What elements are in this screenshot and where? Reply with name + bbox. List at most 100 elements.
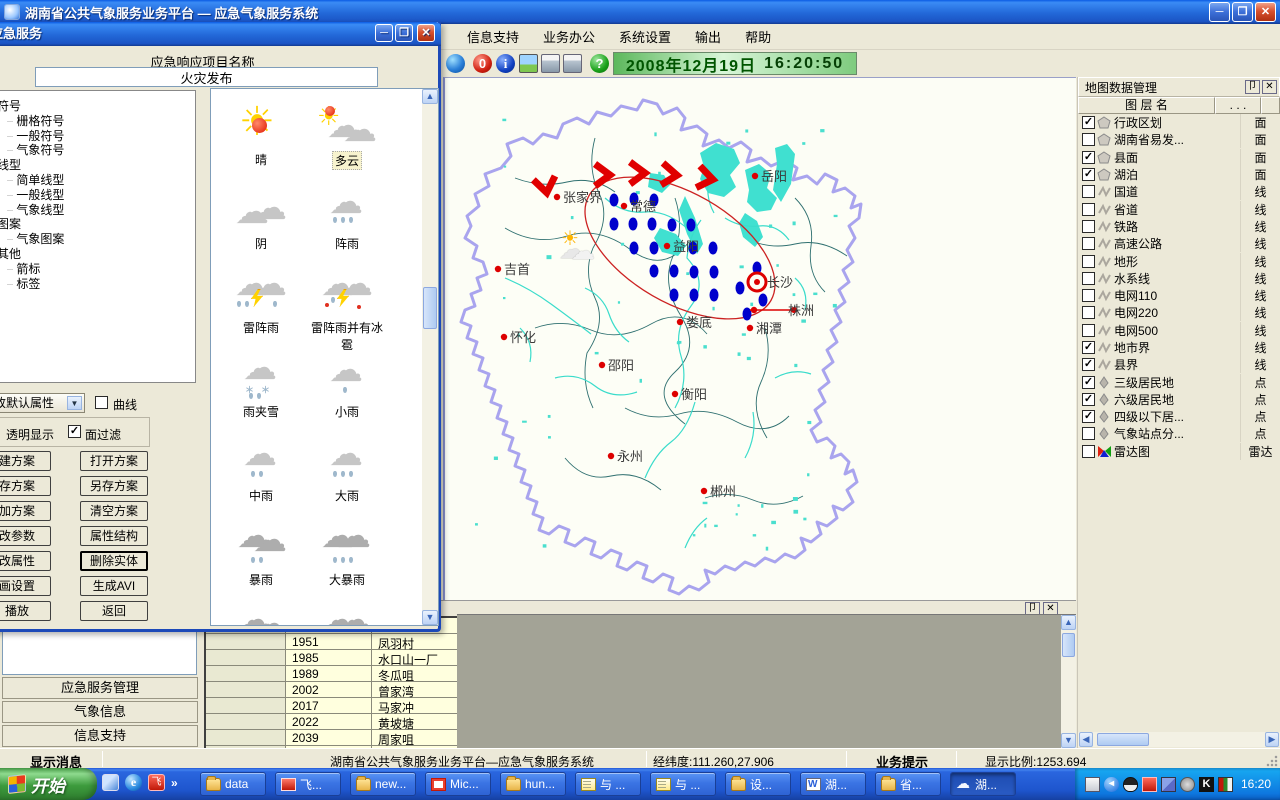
rotate-icon[interactable]: ◂ — [1104, 777, 1119, 792]
taskbar-button[interactable]: hun... — [500, 772, 566, 796]
tree-item[interactable]: ┄ 箭标 — [0, 260, 195, 275]
symbol-tree[interactable]: 符号┄ 栅格符号┄ 一般符号┄ 气象符号线型┄ 简单线型┄ 一般线型┄ 气象线型… — [0, 90, 196, 383]
scroll-thumb[interactable] — [1062, 633, 1075, 657]
layer-visibility-checkbox[interactable]: ✓ — [1082, 341, 1095, 354]
layer-row[interactable]: ✓ 湖泊 面 — [1078, 166, 1280, 183]
weather-symbol-item[interactable]: ☁ 大雨 — [307, 435, 387, 519]
taskbar-button[interactable]: 与 ... — [650, 772, 716, 796]
layer-row[interactable]: ✓ 四级以下居... 点 — [1078, 408, 1280, 425]
dialog-button[interactable]: 播放 — [0, 601, 51, 621]
scroll-down-icon[interactable]: ▼ — [1061, 733, 1076, 748]
modify-default-properties-dropdown[interactable]: 改默认属性 ▼ — [0, 393, 85, 413]
layer-row[interactable]: 高速公路 线 — [1078, 235, 1280, 252]
sidebar-item-info-support[interactable]: 信息支持 — [2, 725, 198, 747]
close-button[interactable]: ✕ — [1255, 2, 1276, 22]
map-canvas[interactable]: ☀ ☁ ☁岳阳张家界常德吉首益阳长沙株洲湘潭娄底怀化邵阳衡阳永州郴州 — [443, 77, 1076, 600]
info-icon[interactable]: i — [496, 54, 515, 73]
weather-symbol-item[interactable]: ☁ 中雨 — [221, 435, 301, 519]
layer-visibility-checkbox[interactable] — [1082, 272, 1095, 285]
menu-business-office[interactable]: 业务办公 — [531, 23, 607, 50]
scroll-thumb[interactable] — [1097, 733, 1149, 746]
dialog-maximize-button[interactable]: ❐ — [395, 24, 413, 42]
image-icon[interactable] — [519, 54, 538, 73]
taskbar-button[interactable]: 省... — [875, 772, 941, 796]
restore-button[interactable]: ❐ — [1232, 2, 1253, 22]
layer-name-column-header[interactable]: 图 层 名 — [1078, 97, 1215, 114]
table-row[interactable]: 2022 黄坡塘 — [206, 714, 457, 730]
stop-icon[interactable]: 0 — [473, 54, 492, 73]
table-row[interactable]: 1989 冬瓜咀 — [206, 666, 457, 682]
dialog-button[interactable]: 清空方案 — [80, 501, 148, 521]
layer-row[interactable]: 电网220 线 — [1078, 304, 1280, 321]
dialog-minimize-button[interactable]: ─ — [375, 24, 393, 42]
tree-item[interactable]: 线型 — [0, 156, 195, 171]
more-chevron-icon[interactable]: » — [171, 776, 178, 790]
layer-visibility-checkbox[interactable]: ✓ — [1082, 410, 1095, 423]
layer-row[interactable]: ✓ 行政区划 面 — [1078, 114, 1280, 131]
layer-row[interactable]: 雷达图 雷达 — [1078, 443, 1280, 460]
dialog-button[interactable]: 属性结构 — [80, 526, 148, 546]
layer-row[interactable]: 地形 线 — [1078, 252, 1280, 269]
dialog-button[interactable]: 改属性 — [0, 551, 51, 571]
layer-row[interactable]: 水系线 线 — [1078, 270, 1280, 287]
layer-visibility-checkbox[interactable] — [1082, 220, 1095, 233]
scroll-up-icon[interactable]: ▲ — [1061, 615, 1076, 630]
layer-visibility-checkbox[interactable] — [1082, 289, 1095, 302]
layer-visibility-checkbox[interactable]: ✓ — [1082, 376, 1095, 389]
weather-symbol-item[interactable]: ☁＊＊ 雨夹雪 — [221, 351, 301, 435]
taskbar-button[interactable]: data — [200, 772, 266, 796]
layer-row[interactable]: 电网110 线 — [1078, 287, 1280, 304]
weather-symbol-item[interactable]: ☁☁ 雷阵雨 — [221, 267, 301, 351]
tray-clock[interactable]: 16:20 — [1241, 777, 1271, 791]
taskbar-button[interactable]: 湖... — [950, 772, 1016, 796]
weather-symbol-item[interactable]: ☀ 晴 — [221, 99, 301, 183]
menu-output[interactable]: 输出 — [683, 23, 733, 50]
weather-symbol-item[interactable]: ☁ 阵雨 — [307, 183, 387, 267]
resize-grip[interactable] — [1266, 755, 1278, 767]
menu-help[interactable]: 帮助 — [733, 23, 783, 50]
tree-item[interactable]: ┄ 简单线型 — [0, 171, 195, 186]
dialog-button[interactable]: 打开方案 — [80, 451, 148, 471]
curve-checkbox[interactable] — [95, 396, 108, 409]
layer-row[interactable]: 国道 线 — [1078, 183, 1280, 200]
layer-row[interactable]: ✓ 县面 面 — [1078, 149, 1280, 166]
minimize-button[interactable]: ─ — [1209, 2, 1230, 22]
layer-row[interactable]: ✓ 六级居民地 点 — [1078, 391, 1280, 408]
print-icon[interactable] — [541, 54, 560, 73]
bottom-vertical-scrollbar[interactable]: ▲ ▼ — [1061, 615, 1076, 748]
layer-visibility-checkbox[interactable]: ✓ — [1082, 116, 1095, 129]
sidebar-item-weather-info[interactable]: 气象信息 — [2, 701, 198, 723]
taskbar-button[interactable]: 与 ... — [575, 772, 641, 796]
scroll-right-icon[interactable]: ▶ — [1265, 732, 1279, 747]
taskbar-button[interactable]: Mic... — [425, 772, 491, 796]
scroll-left-icon[interactable]: ◀ — [1079, 732, 1093, 747]
weather-symbol-item[interactable]: ☁☁ 阴 — [221, 183, 301, 267]
taskbar-button[interactable]: 设... — [725, 772, 791, 796]
scroll-thumb[interactable] — [423, 287, 437, 329]
layers-horizontal-scrollbar[interactable]: ◀ ▶ — [1078, 732, 1280, 747]
qq-icon[interactable] — [1123, 777, 1138, 792]
tree-item[interactable]: 其他 — [0, 245, 195, 260]
sidebar-item-emergency-service[interactable]: 应急服务管理 — [2, 677, 198, 699]
layer-extra-column-header[interactable] — [1261, 97, 1280, 114]
layer-row[interactable]: 湖南省易发... 面 — [1078, 131, 1280, 148]
layer-row[interactable]: ✓ 县界 线 — [1078, 356, 1280, 373]
layer-visibility-checkbox[interactable] — [1082, 203, 1095, 216]
layer-more-column-header[interactable]: . . . — [1215, 97, 1261, 114]
keyboard-icon[interactable] — [1085, 777, 1100, 792]
tree-item[interactable]: ┄ 一般符号 — [0, 127, 195, 142]
fetion-icon[interactable]: 飞 — [148, 774, 165, 791]
layer-visibility-checkbox[interactable]: ✓ — [1082, 151, 1095, 164]
dialog-button[interactable]: 存方案 — [0, 476, 51, 496]
layer-row[interactable]: ✓ 地市界 线 — [1078, 339, 1280, 356]
dialog-button[interactable]: 生成AVI — [80, 576, 148, 596]
weather-symbol-item[interactable]: ☁ 小雨 — [307, 351, 387, 435]
dialog-button[interactable]: 改参数 — [0, 526, 51, 546]
dialog-close-button[interactable]: ✕ — [417, 24, 435, 42]
face-filter-checkbox[interactable]: ✓ — [68, 425, 81, 438]
weather-symbol-item[interactable]: ☁☁ 大暴雨 — [307, 519, 387, 603]
layer-visibility-checkbox[interactable]: ✓ — [1082, 358, 1095, 371]
table-row[interactable]: 1951 凤羽村 — [206, 634, 457, 650]
help-icon[interactable]: ? — [590, 54, 609, 73]
panel-close-icon[interactable]: ✕ — [1262, 80, 1277, 94]
